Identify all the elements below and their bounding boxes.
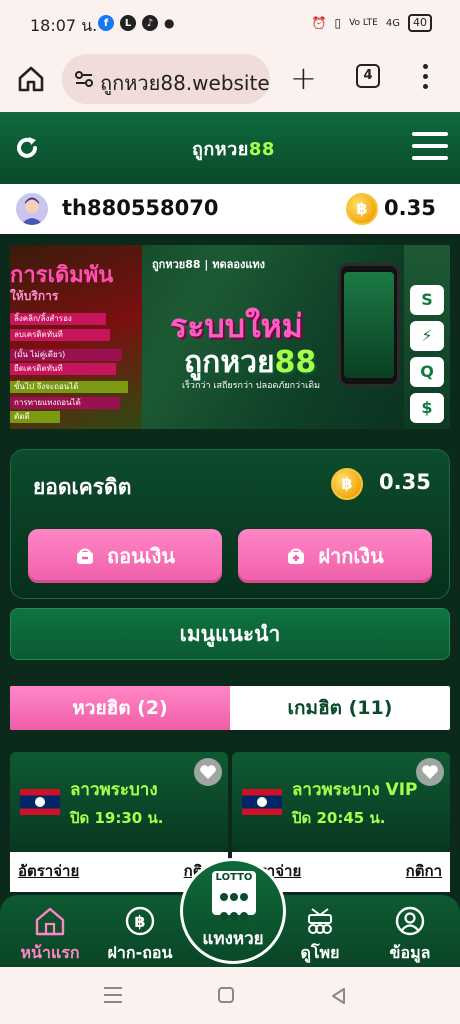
tab-games-hot[interactable]: เกมฮิต (11) [230,686,450,730]
browser-toolbar: ถูกหวย88.website + 4 [0,48,460,112]
lottery-balls-icon [308,908,332,934]
laos-flag-icon [242,789,282,815]
coin-icon: ฿ [331,468,363,500]
svg-text:฿: ฿ [134,912,145,931]
payout-rate-link[interactable]: อัตราจ่าย [18,859,79,883]
credit-value: 0.35 [379,470,431,494]
app-header: ถูกหวย88 [0,112,460,184]
category-tabs: หวยฮิต (2) เกมฮิต (11) [10,686,450,730]
app-logo[interactable]: ถูกหวย88 [192,134,275,163]
promo-banner[interactable]: การเดิมพัน ให้บริการ ลิ้งคลิก/ลิ้งสำรอง … [10,245,450,429]
banner-feature-icon: $ [410,393,444,423]
status-bar: 18:07 น. f L ♪ ● ⏰ ▯ Vo LTE 4G 40 [0,0,460,48]
banner-left-line: (มั้น ไม่คู่เดียว) [10,349,122,361]
notification-icons: f L ♪ ● [98,15,174,31]
system-navigation-bar [0,967,460,1024]
lottery-name: ลาวพระบาง VIP [292,780,418,800]
nav-profile-label: ข้อมูล [389,943,431,962]
lottery-card[interactable]: ลาวพระบาง VIP ปิด 20:45 น. [232,752,450,852]
banner-feature-icon: ⚡ [410,321,444,351]
deposit-label: ฝากเงิน [318,544,384,568]
username: th880558070 [62,196,219,220]
browser-home-icon[interactable] [16,64,46,94]
url-text: ถูกหวย88.website [100,71,270,95]
address-bar[interactable]: ถูกหวย88.website [62,54,270,104]
banner-left-line: ขั้นไป จึงจะถอนได้ [10,381,128,393]
system-back-icon[interactable] [330,987,346,1005]
signal-4g-icon: 4G [385,17,400,29]
credit-label: ยอดเครดิต [33,475,132,499]
lotto-ticket-icon: LOTTO [212,871,256,920]
browser-menu-icon[interactable] [422,64,430,94]
banner-left-line: ตัดดี [10,411,60,423]
lotto-badge-text: LOTTO [215,872,253,883]
user-info-bar: th880558070 ฿ 0.35 [0,184,460,234]
banner-left-line: ยืดเครดิตทันที [10,363,116,375]
logo-number: 88 [248,139,275,160]
nav-view-slips[interactable]: ดูโพย [280,905,360,966]
deposit-button[interactable]: ฝากเงิน [238,529,432,583]
nav-deposit-label: ฝาก-ถอน [107,943,173,962]
battery-icon: 40 [408,14,432,32]
tab-lottery-hot[interactable]: หวยฮิต (2) [10,686,230,730]
lottery-close-time: ปิด 19:30 น. [70,809,164,827]
baht-coin-icon: ฿ [125,906,155,936]
favorite-heart-icon[interactable] [194,758,222,786]
coin-icon: ฿ [346,193,378,225]
logo-text: ถูกหวย [192,139,249,160]
tab-switcher-button[interactable]: 4 [356,64,380,88]
tiktok-icon: ♪ [142,15,158,31]
user-icon [395,906,425,936]
hamburger-menu-icon[interactable] [412,132,448,162]
new-tab-icon[interactable]: + [290,62,317,94]
banner-left-line: ลบเครดิตทันที [10,329,110,341]
banner-feature-icon: S [410,285,444,315]
rules-link[interactable]: กติกา [406,859,442,883]
nav-profile[interactable]: ข้อมูล [370,905,450,966]
lottery-card[interactable]: ลาวพระบาง ปิด 19:30 น. [10,752,228,852]
banner-slide-current: ถูกหวย88 | ทดลองแทง ระบบใหม่ ถูกหวย88 เร… [142,245,404,429]
status-time: 18:07 น. [30,16,98,35]
bet-lottery-button[interactable]: LOTTO แทงหวย [180,858,286,964]
withdraw-label: ถอนเงิน [106,544,176,568]
nav-deposit-withdraw[interactable]: ฿ ฝาก-ถอน [100,905,180,966]
refresh-icon[interactable] [14,135,40,161]
wallet-plus-icon [288,548,305,564]
banner-feature-icon: Q [410,357,444,387]
facebook-icon: f [98,15,114,31]
lottery-close-time: ปิด 20:45 น. [292,809,386,827]
nav-home-label: หน้าแรก [20,943,80,962]
recommended-menu-button[interactable]: เมนูแนะนำ [10,608,450,660]
recent-apps-icon[interactable] [104,987,122,1008]
banner-brand: ถูกหวย88 | ทดลองแทง [152,258,266,271]
banner-left-line: การทายแทงถอนได้ [10,397,120,409]
banner-slide-next: S ⚡ Q $ [404,245,450,429]
line-icon: L [120,15,136,31]
banner-slide-previous: การเดิมพัน ให้บริการ ลิ้งคลิก/ลิ้งสำรอง … [10,245,142,429]
home-icon [35,907,65,936]
site-settings-icon[interactable] [74,69,94,89]
bet-lottery-label: แทงหวย [202,929,264,949]
phone-illustration [338,263,400,387]
alarm-icon: ⏰ [311,16,327,30]
laos-flag-icon [20,789,60,815]
wallet-minus-icon [76,548,93,564]
withdraw-button[interactable]: ถอนเงิน [28,529,222,583]
banner-subtitle: เร็วกว่า เสถียรกว่า ปลอดภัยกว่าเดิม [182,381,321,391]
lottery-name: ลาวพระบาง [70,780,158,800]
user-avatar-icon [21,197,43,225]
system-indicators: ⏰ ▯ Vo LTE 4G 40 [312,14,432,32]
volte-icon: Vo LTE [349,18,378,28]
nav-results-label: ดูโพย [300,943,340,962]
more-dot-icon: ● [164,16,175,30]
banner-left-subtitle: ให้บริการ [10,289,59,303]
system-home-icon[interactable] [218,987,234,1003]
favorite-heart-icon[interactable] [416,758,444,786]
nav-home[interactable]: หน้าแรก [10,905,90,966]
vibrate-icon: ▯ [334,16,342,30]
banner-left-line: ลิ้งคลิก/ลิ้งสำรอง [10,313,106,325]
avatar[interactable] [16,193,48,225]
user-balance: 0.35 [384,196,436,220]
